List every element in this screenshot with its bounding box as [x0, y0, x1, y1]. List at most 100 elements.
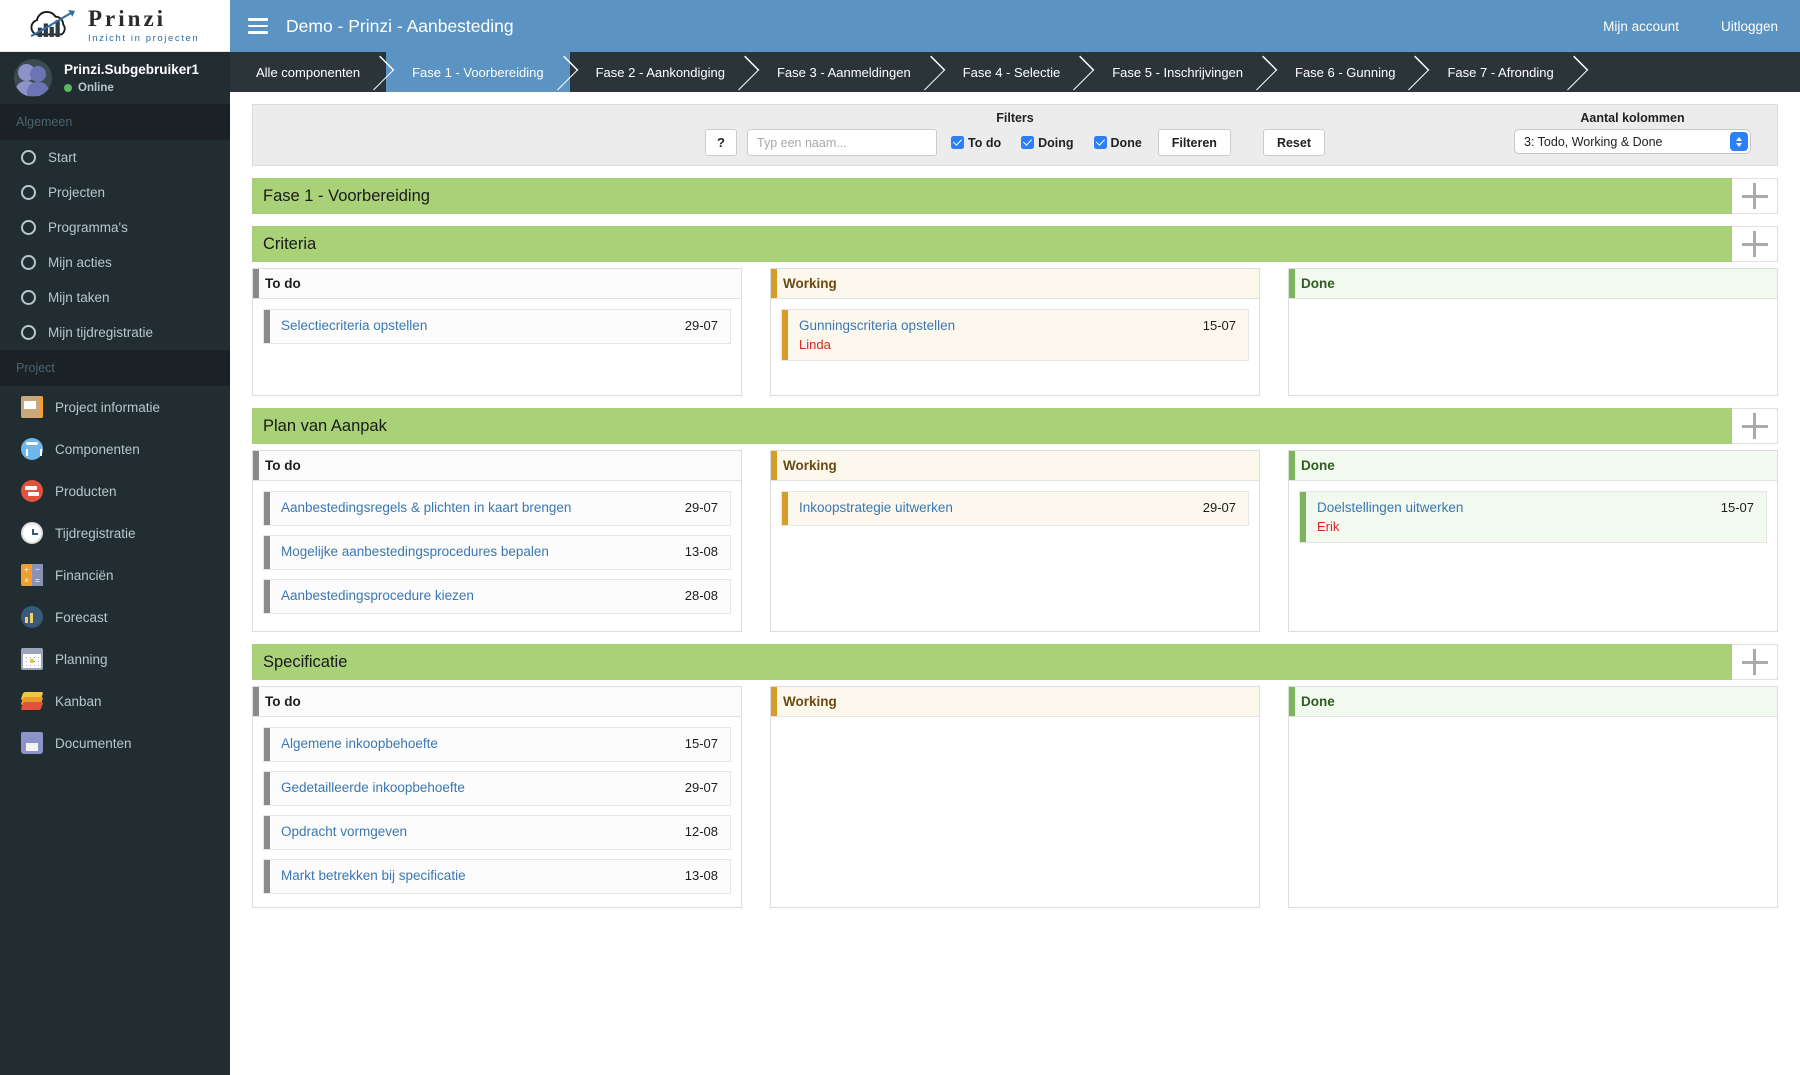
sidebar-item-componenten[interactable]: Componenten [0, 428, 230, 470]
chevron-updown-icon[interactable] [1730, 132, 1748, 151]
kanban-column-working: Working [770, 686, 1260, 908]
phase-tab-label: Fase 7 - Afronding [1447, 64, 1554, 80]
circle-icon [21, 185, 36, 200]
logout-link[interactable]: Uitloggen [1721, 19, 1778, 34]
checkbox-icon[interactable] [1021, 136, 1035, 149]
filters-title: Filters [996, 111, 1034, 125]
phase-tab-fase-5[interactable]: Fase 5 - Inschrijvingen [1086, 52, 1270, 92]
add-task-button-criteria[interactable] [1732, 226, 1778, 262]
my-account-link[interactable]: Mijn account [1603, 19, 1679, 34]
user-status-label: Online [78, 82, 114, 94]
sidebar-item-producten[interactable]: Producten [0, 470, 230, 512]
task-card[interactable]: Opdracht vormgeven 12-08 [263, 814, 731, 850]
task-card[interactable]: Aanbestedingsprocedure kiezen 28-08 [263, 578, 731, 614]
sidebar-item-mijn-acties[interactable]: Mijn acties [0, 245, 230, 280]
sidebar-item-label: Project informatie [55, 399, 161, 415]
sidebar-item-tijdregistratie[interactable]: Tijdregistratie [0, 512, 230, 554]
phase-tab-fase-4[interactable]: Fase 4 - Selectie [936, 52, 1087, 92]
circle-icon [21, 290, 36, 305]
sidebar-item-project-informatie[interactable]: Project informatie [0, 386, 230, 428]
task-title: Aanbestedingsregels & plichten in kaart … [281, 500, 572, 515]
circle-icon [21, 220, 36, 235]
phase-tab-label: Fase 5 - Inschrijvingen [1112, 64, 1244, 80]
phase-header-title: Fase 1 - Voorbereiding [252, 178, 1732, 214]
sidebar-item-projecten[interactable]: Projecten [0, 175, 230, 210]
column-count-control: Aantal kolommen 3: Todo, Working & Done [1514, 111, 1751, 154]
phase-tab-fase-6[interactable]: Fase 6 - Gunning [1269, 52, 1422, 92]
phase-breadcrumb: Alle componenten Fase 1 - Voorbereiding … [230, 52, 1800, 92]
brand-header: Prinzi Inzicht in projecten [0, 0, 230, 52]
add-task-button-specificatie[interactable] [1732, 644, 1778, 680]
task-date: 13-08 [684, 543, 718, 559]
phase-tab-label: Fase 6 - Gunning [1295, 64, 1396, 80]
column-header-todo: To do [253, 269, 741, 299]
hamburger-icon[interactable] [248, 18, 268, 34]
phase-header-row: Fase 1 - Voorbereiding [252, 178, 1778, 214]
phase-tab-fase-3[interactable]: Fase 3 - Aanmeldingen [750, 52, 937, 92]
sidebar-item-planning[interactable]: Planning [0, 638, 230, 680]
phase-tab-fase-1[interactable]: Fase 1 - Voorbereiding [386, 52, 570, 92]
sidebar-item-programmas[interactable]: Programma's [0, 210, 230, 245]
checkbox-icon[interactable] [1093, 136, 1107, 149]
task-card[interactable]: Gunningscriteria opstellen Linda 15-07 [781, 309, 1249, 362]
help-button[interactable]: ? [705, 129, 738, 156]
phase-tab-label: Alle componenten [256, 64, 361, 80]
online-status-icon [64, 84, 72, 92]
task-date: 15-07 [1720, 500, 1754, 515]
task-card[interactable]: Doelstellingen uitwerken Erik 15-07 [1299, 491, 1767, 544]
task-date: 28-08 [684, 587, 718, 603]
sidebar-item-mijn-taken[interactable]: Mijn taken [0, 280, 230, 315]
filter-checkbox-todo[interactable]: To do [951, 136, 1007, 150]
phase-tab-fase-7[interactable]: Fase 7 - Afronding [1421, 52, 1580, 92]
prinzi-logo-icon [26, 5, 80, 47]
add-task-button-plan-van-aanpak[interactable] [1732, 408, 1778, 444]
filter-checkbox-done[interactable]: Done [1093, 136, 1148, 150]
sidebar-item-mijn-tijdregistratie[interactable]: Mijn tijdregistratie [0, 315, 230, 350]
column-count-select[interactable]: 3: Todo, Working & Done [1514, 129, 1751, 154]
avatar [14, 59, 52, 97]
phase-tab-fase-2[interactable]: Fase 2 - Aankondiging [569, 52, 751, 92]
task-card[interactable]: Inkoopstrategie uitwerken 29-07 [781, 491, 1249, 526]
column-header-done: Done [1289, 269, 1777, 299]
kanban-column-todo: To do Selectiecriteria opstellen 29-07 [252, 268, 742, 396]
search-input[interactable] [747, 129, 938, 156]
task-card[interactable]: Algemene inkoopbehoefte 15-07 [263, 727, 731, 762]
task-date: 29-07 [1202, 500, 1236, 515]
sidebar-item-label: Mijn acties [48, 255, 112, 270]
task-title: Markt betrekken bij specificatie [281, 867, 466, 883]
sidebar-item-start[interactable]: Start [0, 140, 230, 175]
filter-checkbox-doing[interactable]: Doing [1021, 136, 1079, 150]
kanban-column-done: Done [1288, 268, 1778, 396]
column-count-label: Aantal kolommen [1580, 111, 1685, 125]
checkbox-icon[interactable] [951, 136, 965, 149]
kanban-group-plan-van-aanpak: To do Aanbestedingsregels & plichten in … [252, 450, 1778, 632]
sidebar-item-label: Kanban [55, 693, 102, 709]
group-header-row: Specificatie [252, 644, 1778, 680]
notebook-icon [21, 396, 43, 418]
sidebar-item-documenten[interactable]: Documenten [0, 722, 230, 764]
sidebar-item-forecast[interactable]: Forecast [0, 596, 230, 638]
phase-tab-label: Fase 3 - Aanmeldingen [776, 64, 911, 80]
sidebar-item-kanban[interactable]: Kanban [0, 680, 230, 722]
sidebar-item-label: Documenten [55, 735, 132, 751]
group-header-row: Criteria [252, 226, 1778, 262]
checkbox-label: To do [968, 135, 1002, 150]
sidebar-item-label: Programma's [48, 220, 128, 235]
user-panel[interactable]: Prinzi.Subgebruiker1 Online [0, 52, 230, 104]
filter-button[interactable]: Filteren [1157, 129, 1231, 156]
column-header-todo: To do [253, 687, 741, 717]
task-card[interactable]: Mogelijke aanbestedingsprocedures bepale… [263, 534, 731, 570]
kanban-group-specificatie: To do Algemene inkoopbehoefte 15-07 Gede… [252, 686, 1778, 908]
task-card[interactable]: Aanbestedingsregels & plichten in kaart … [263, 491, 731, 526]
task-card[interactable]: Markt betrekken bij specificatie 13-08 [263, 858, 731, 894]
task-card[interactable]: Selectiecriteria opstellen 29-07 [263, 309, 731, 344]
sidebar-item-label: Planning [55, 651, 108, 667]
phase-tab-alle-componenten[interactable]: Alle componenten [230, 52, 387, 92]
sidebar-item-financien[interactable]: + − × = Financiën [0, 554, 230, 596]
task-card[interactable]: Gedetailleerde inkoopbehoefte 29-07 [263, 770, 731, 806]
add-component-button[interactable] [1732, 178, 1778, 214]
calendar-icon [21, 648, 43, 670]
stopwatch-icon [21, 522, 43, 544]
reset-button[interactable]: Reset [1262, 129, 1325, 156]
kanban-group-criteria: To do Selectiecriteria opstellen 29-07 W… [252, 268, 1778, 396]
